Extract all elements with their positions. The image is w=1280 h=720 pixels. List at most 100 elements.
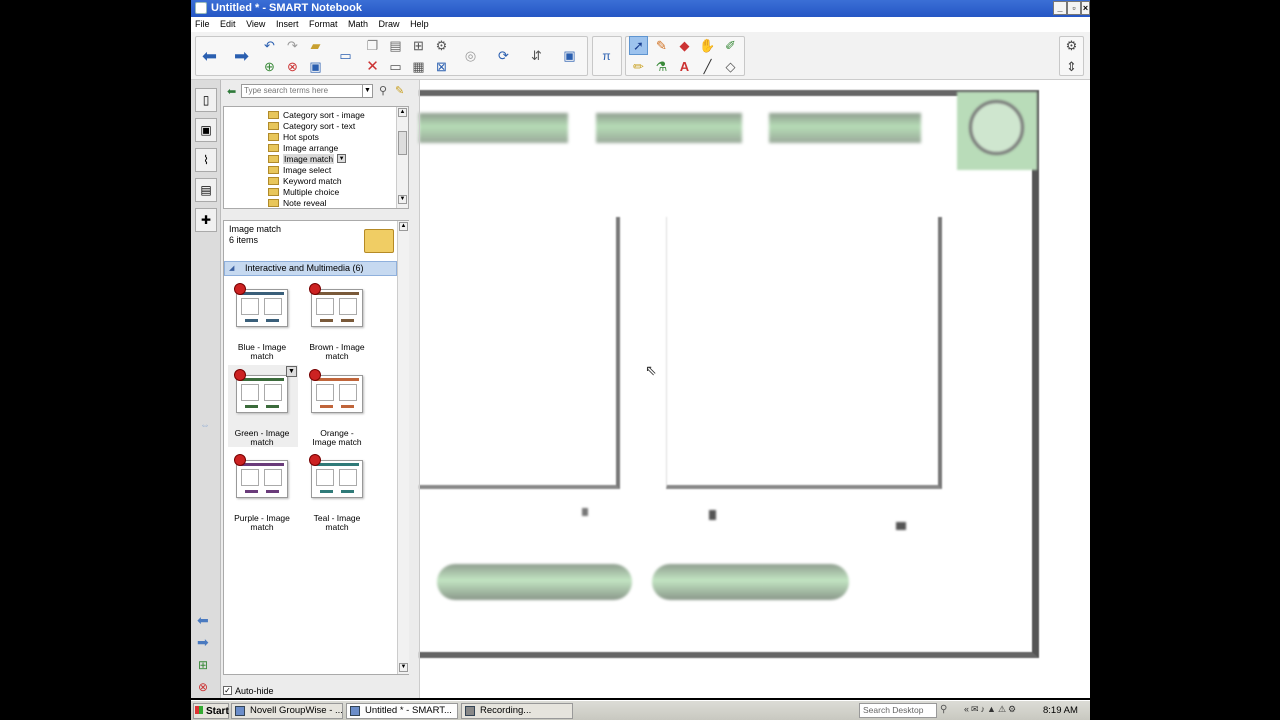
- autohide-checkbox[interactable]: ✓: [223, 686, 232, 695]
- tree-item-selected[interactable]: Image match ▼: [268, 153, 347, 164]
- refresh-icon[interactable]: ⟳: [494, 46, 513, 65]
- undo-icon[interactable]: ↶: [260, 36, 279, 55]
- folder-large-icon: [364, 229, 394, 253]
- collapse-icon[interactable]: ⇔: [200, 420, 210, 431]
- line-icon[interactable]: ╱: [698, 57, 717, 76]
- notebook-canvas[interactable]: ⇖: [419, 80, 1090, 698]
- tree-item[interactable]: Note reveal: [268, 197, 326, 208]
- delete-page-icon[interactable]: ⊗: [283, 57, 302, 76]
- menu-file[interactable]: File: [191, 17, 214, 29]
- document-camera-icon[interactable]: ⚙: [432, 36, 451, 55]
- groupwise-icon: [235, 706, 245, 716]
- thumbnail-menu-icon[interactable]: ▼: [286, 366, 297, 377]
- menu-format[interactable]: Format: [305, 17, 342, 29]
- properties-icon[interactable]: ⇵: [527, 46, 546, 65]
- search-icon[interactable]: ⚲: [379, 84, 387, 97]
- shape-eraser-icon[interactable]: ◇: [721, 57, 740, 76]
- thumbnail-brown[interactable]: [309, 283, 365, 331]
- pens-icon[interactable]: ✎: [652, 36, 671, 55]
- add-page-icon[interactable]: ⊞: [198, 658, 208, 672]
- save-icon[interactable]: ▣: [306, 57, 325, 76]
- next-page-icon[interactable]: ➡: [197, 634, 209, 651]
- thumbnail-green[interactable]: [234, 369, 290, 417]
- gear-icon[interactable]: ⚙: [1062, 36, 1081, 55]
- redo-icon[interactable]: ↷: [283, 36, 302, 55]
- search-icon[interactable]: ⚲: [940, 704, 947, 715]
- open-folder-icon[interactable]: ▰: [306, 36, 325, 55]
- search-dropdown-icon[interactable]: ▼: [362, 85, 372, 97]
- text-icon[interactable]: A: [675, 57, 694, 76]
- delete-page-icon[interactable]: ⊗: [198, 680, 208, 694]
- thumbnail-orange[interactable]: [309, 369, 365, 417]
- math-pi-icon[interactable]: π: [597, 46, 616, 65]
- taskbar-item-groupwise[interactable]: Novell GroupWise - ...: [231, 703, 343, 719]
- previous-page-icon[interactable]: ⬅: [197, 612, 209, 629]
- thumbnail-teal[interactable]: [309, 454, 365, 502]
- magnifier-icon[interactable]: ◎: [461, 46, 480, 65]
- menu-insert[interactable]: Insert: [272, 17, 303, 29]
- folder-title: Image match: [229, 224, 282, 234]
- menu-math[interactable]: Math: [344, 17, 372, 29]
- page-sorter-tab[interactable]: ▯: [195, 88, 217, 112]
- scroll-thumb[interactable]: [398, 131, 407, 155]
- copy-icon[interactable]: ❐: [363, 36, 382, 55]
- screen-capture-icon[interactable]: ⊞: [409, 36, 428, 55]
- tree-item[interactable]: Category sort - text: [268, 120, 355, 131]
- addons-tab[interactable]: ✚: [195, 208, 217, 232]
- tree-item[interactable]: Keyword match: [268, 175, 342, 186]
- gallery-tab[interactable]: ▣: [195, 118, 217, 142]
- tree-item[interactable]: Image select: [268, 164, 331, 175]
- paste-icon[interactable]: ▤: [386, 36, 405, 55]
- screen-shade-icon[interactable]: ▭: [386, 57, 405, 76]
- system-tray-icons[interactable]: «✉♪▲⚠⚙: [964, 704, 1018, 715]
- menu-draw[interactable]: Draw: [375, 17, 404, 29]
- collapse-triangle-icon[interactable]: ◢: [229, 264, 234, 272]
- content-scrollbar[interactable]: ▲ ▼: [397, 221, 409, 674]
- tree-item[interactable]: Hot spots: [268, 131, 319, 142]
- highlighter-icon[interactable]: ✐: [721, 36, 740, 55]
- add-page-icon[interactable]: ⊕: [260, 57, 279, 76]
- magic-pen-icon[interactable]: ✋: [698, 36, 717, 55]
- desktop-search-input[interactable]: Search Desktop: [859, 703, 937, 718]
- tree-item[interactable]: Multiple choice: [268, 186, 339, 197]
- menu-view[interactable]: View: [242, 17, 269, 29]
- scroll-up-icon[interactable]: ▲: [398, 108, 407, 117]
- scroll-down-icon[interactable]: ▼: [399, 663, 408, 672]
- delete-icon[interactable]: ✕: [363, 57, 382, 76]
- forward-arrow-icon[interactable]: ➡: [232, 46, 251, 65]
- eraser-icon[interactable]: ◆: [675, 36, 694, 55]
- move-toolbar-icon[interactable]: ⇕: [1062, 57, 1081, 76]
- close-button[interactable]: ×: [1081, 1, 1090, 15]
- table-icon[interactable]: ▦: [409, 57, 428, 76]
- thumbnail-blue[interactable]: [234, 283, 290, 331]
- back-arrow-icon[interactable]: ⬅: [200, 46, 219, 65]
- menu-help[interactable]: Help: [406, 17, 433, 29]
- scroll-up-icon[interactable]: ▲: [399, 222, 408, 231]
- taskbar-item-recording[interactable]: Recording...: [461, 703, 573, 719]
- minimize-button[interactable]: _: [1053, 1, 1067, 15]
- attachments-tab[interactable]: ⌇: [195, 148, 217, 172]
- full-screen-icon[interactable]: ▣: [560, 46, 579, 65]
- creative-pen-icon[interactable]: ✏: [629, 57, 648, 76]
- select-pointer-icon[interactable]: ➚: [629, 36, 648, 55]
- properties-tab[interactable]: ▤: [195, 178, 217, 202]
- tree-item[interactable]: Category sort - image: [268, 109, 365, 120]
- restore-button[interactable]: ▫: [1067, 1, 1081, 15]
- tree-scrollbar[interactable]: ▲ ▼: [396, 107, 408, 208]
- item-menu-icon[interactable]: ▼: [337, 154, 347, 163]
- top-label-bar: [769, 113, 921, 143]
- close-page-icon[interactable]: ⊠: [432, 57, 451, 76]
- sidebar-splitter[interactable]: [419, 80, 427, 698]
- gallery-tools-icon[interactable]: ✎: [395, 84, 404, 97]
- menu-edit[interactable]: Edit: [216, 17, 240, 29]
- reset-octagon-icon[interactable]: [969, 100, 1024, 155]
- group-header[interactable]: Interactive and Multimedia (6): [224, 261, 397, 276]
- scroll-down-icon[interactable]: ▼: [398, 195, 407, 204]
- gallery-back-icon[interactable]: ⬅: [227, 85, 236, 98]
- display-screen-icon[interactable]: ▭: [336, 46, 355, 65]
- taskbar-item-notebook[interactable]: Untitled * - SMART...: [346, 703, 458, 719]
- fill-icon[interactable]: ⚗: [652, 57, 671, 76]
- thumbnail-purple[interactable]: [234, 454, 290, 502]
- search-input[interactable]: Type search terms here: [241, 84, 373, 98]
- tree-item[interactable]: Image arrange: [268, 142, 338, 153]
